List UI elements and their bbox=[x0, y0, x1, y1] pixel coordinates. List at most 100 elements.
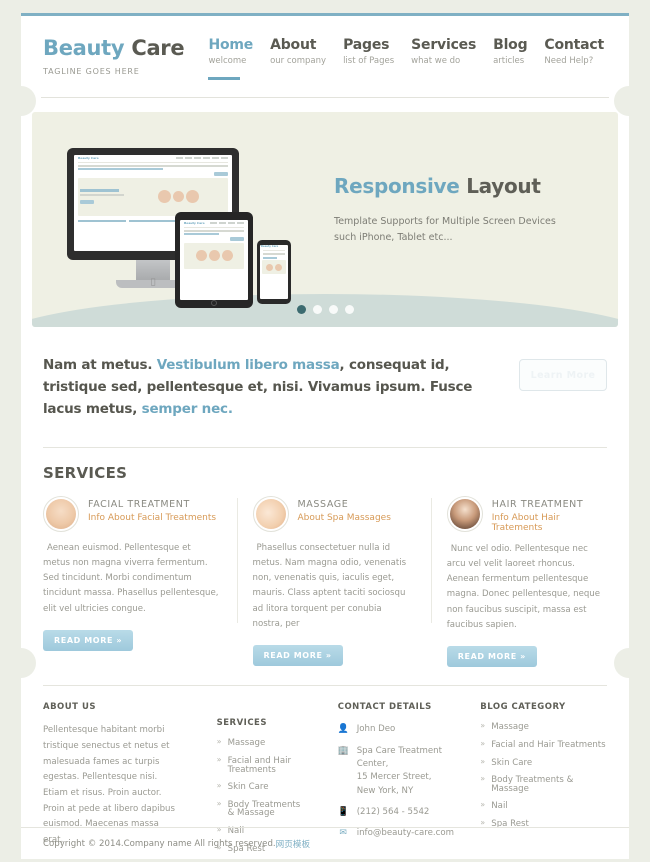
hero-subtitle-line2: such iPhone, Tablet etc... bbox=[334, 231, 453, 243]
service-subtitle: Info About Hair Tratements bbox=[491, 512, 560, 533]
iphone-mockup: Beauty Care bbox=[257, 239, 291, 304]
address-line-2: 15 Mercer Street, bbox=[356, 772, 432, 783]
ipad-mockup: Beauty Care bbox=[175, 211, 253, 308]
list-item[interactable]: Skin Care bbox=[480, 758, 607, 777]
hero-subtitle-line1: Template Supports for Multiple Screen De… bbox=[334, 215, 556, 227]
nav-sublabel: our company bbox=[270, 56, 327, 67]
brand-title: Beauty Care bbox=[43, 36, 185, 60]
service-title: MASSAGE bbox=[297, 498, 349, 510]
phone-icon: 📱 bbox=[337, 806, 349, 817]
massage-thumbnail bbox=[252, 495, 289, 532]
nav-sublabel: what we do bbox=[411, 56, 461, 67]
facial-treatment-thumbnail bbox=[43, 495, 79, 532]
nav-item-home[interactable]: Home welcome bbox=[208, 37, 254, 81]
intro-text-highlight-2: semper nec. bbox=[141, 400, 233, 417]
site-header: Beauty Care TAGLINE GOES HERE Home welco… bbox=[21, 16, 629, 98]
read-more-button-massage[interactable]: READ MORE » bbox=[252, 645, 343, 667]
footer-heading-services: SERVICES bbox=[216, 718, 267, 729]
learn-more-button[interactable]: Learn More bbox=[519, 359, 607, 391]
mini-logo: Beauty Care bbox=[78, 155, 99, 160]
contact-phone[interactable]: (212) 564 - 5542 bbox=[357, 806, 430, 819]
notch-left-bottom bbox=[6, 648, 36, 678]
hero-title-part2: Layout bbox=[466, 173, 541, 198]
list-item[interactable]: Massage bbox=[217, 738, 302, 757]
nav-item-about[interactable]: About our company bbox=[270, 37, 327, 80]
slider-dot-3[interactable] bbox=[328, 305, 338, 314]
intro-text-highlight-1: Vestibulum libero massa bbox=[156, 357, 340, 373]
hero-slider: Beauty Care Beauty Care Beauty Care Resp… bbox=[32, 112, 618, 327]
footer-heading-blog: BLOG CATEGORY bbox=[480, 702, 566, 713]
service-card-facial: FACIAL TREATMENT Info About Facial Treat… bbox=[43, 495, 219, 668]
nav-sublabel: Need Help? bbox=[544, 56, 594, 67]
list-item[interactable]: Skin Care bbox=[217, 782, 302, 801]
nav-sublabel: articles bbox=[493, 56, 525, 67]
list-item[interactable]: Body Treatments & Massage bbox=[480, 775, 607, 802]
copyright-text: Copyright © 2014.Company name All rights… bbox=[43, 838, 276, 849]
service-card-massage: MASSAGE About Spa Massages Phasellus con… bbox=[236, 495, 413, 668]
nav-label: Home bbox=[208, 37, 254, 53]
list-item[interactable]: Facial and Hair Treatments bbox=[217, 756, 302, 783]
person-icon: 👤 bbox=[337, 724, 349, 735]
hero-subtitle: Template Supports for Multiple Screen De… bbox=[334, 214, 556, 245]
nav-item-contact[interactable]: Contact Need Help? bbox=[544, 37, 604, 80]
nav-label: Blog bbox=[493, 37, 528, 53]
contact-address-row: 🏢 Spa Care Treatment Center, 15 Mercer S… bbox=[338, 745, 467, 806]
list-item[interactable]: Massage bbox=[480, 722, 607, 741]
cn-template-link[interactable]: 网页模板 bbox=[276, 838, 310, 850]
contact-phone-row: 📱 (212) 564 - 5542 bbox=[338, 806, 467, 827]
service-body-text: Nunc vel odio. Pellentesque nec arcu vel… bbox=[446, 543, 601, 631]
service-title: HAIR TREATMENT bbox=[491, 498, 584, 510]
slider-dot-2[interactable] bbox=[312, 305, 322, 314]
hero-title: Responsive Layout bbox=[334, 174, 556, 198]
read-more-button-hair[interactable]: READ MORE » bbox=[446, 646, 537, 668]
slider-dot-1[interactable] bbox=[296, 305, 306, 314]
brand-tagline: TAGLINE GOES HERE bbox=[43, 67, 140, 76]
nav-label: Pages bbox=[343, 37, 390, 53]
slider-dot-4[interactable] bbox=[344, 305, 354, 314]
service-subtitle: About Spa Massages bbox=[297, 512, 391, 523]
intro-text: Nam at metus. Vestibulum libero massa, c… bbox=[43, 355, 493, 421]
brand-name-part1: Beauty bbox=[43, 36, 125, 60]
hero-title-part1: Responsive bbox=[334, 173, 460, 198]
footer-blog-list: Massage Facial and Hair Treatments Skin … bbox=[480, 722, 607, 837]
contact-person-row: 👤 John Deo bbox=[338, 723, 467, 744]
intro-section: Nam at metus. Vestibulum libero massa, c… bbox=[21, 327, 629, 421]
nav-label: Services bbox=[411, 37, 477, 53]
brand-name-part2: Care bbox=[131, 36, 185, 60]
nav-label: About bbox=[270, 37, 317, 53]
notch-right-top bbox=[614, 86, 644, 116]
contact-person-name: John Deo bbox=[356, 724, 396, 735]
services-grid: FACIAL TREATMENT Info About Facial Treat… bbox=[43, 495, 607, 668]
copyright-bar: Copyright © 2014.Company name All rights… bbox=[21, 827, 629, 859]
service-subtitle: Info About Facial Treatments bbox=[88, 512, 217, 523]
service-body-text: Phasellus consectetuer nulla id metus. N… bbox=[252, 542, 407, 630]
list-item[interactable]: Facial and Hair Treatments bbox=[480, 740, 607, 759]
services-section: SERVICES FACIAL TREATMENT Info About Fac… bbox=[21, 448, 629, 668]
building-icon: 🏢 bbox=[337, 745, 349, 756]
apple-logo-icon:  bbox=[151, 277, 156, 286]
list-item[interactable]: Body Treatments & Massage bbox=[217, 800, 302, 827]
nav-item-services[interactable]: Services what we do bbox=[411, 37, 477, 80]
list-item[interactable]: Nail bbox=[480, 801, 607, 820]
brand-logo[interactable]: Beauty Care TAGLINE GOES HERE bbox=[41, 36, 185, 77]
device-mockup-group: Beauty Care Beauty Care Beauty Care bbox=[57, 140, 312, 308]
service-card-hair: HAIR TREATMENT Info About Hair Tratement… bbox=[430, 495, 607, 668]
nav-sublabel: welcome bbox=[208, 56, 247, 67]
address-line-1: Spa Care Treatment Center, bbox=[356, 745, 442, 769]
footer-heading-contact: CONTACT DETAILS bbox=[337, 702, 432, 713]
footer-heading-about: ABOUT US bbox=[43, 702, 96, 713]
nav-item-pages[interactable]: Pages list of Pages bbox=[343, 37, 394, 80]
slider-pagination bbox=[32, 305, 618, 314]
main-navigation: Home welcome About our company Pages lis… bbox=[208, 37, 609, 81]
read-more-button-facial[interactable]: READ MORE » bbox=[43, 630, 134, 652]
hair-treatment-thumbnail bbox=[446, 495, 483, 532]
notch-right-bottom bbox=[614, 648, 644, 678]
page-container: Beauty Care TAGLINE GOES HERE Home welco… bbox=[21, 13, 629, 859]
nav-item-blog[interactable]: Blog articles bbox=[493, 37, 528, 80]
notch-left-top bbox=[6, 86, 36, 116]
nav-label: Contact bbox=[544, 37, 604, 53]
services-heading: SERVICES bbox=[43, 463, 128, 482]
contact-address: Spa Care Treatment Center, 15 Mercer Str… bbox=[357, 745, 467, 798]
address-line-3: New York, NY bbox=[356, 785, 414, 796]
header-divider bbox=[41, 97, 609, 98]
